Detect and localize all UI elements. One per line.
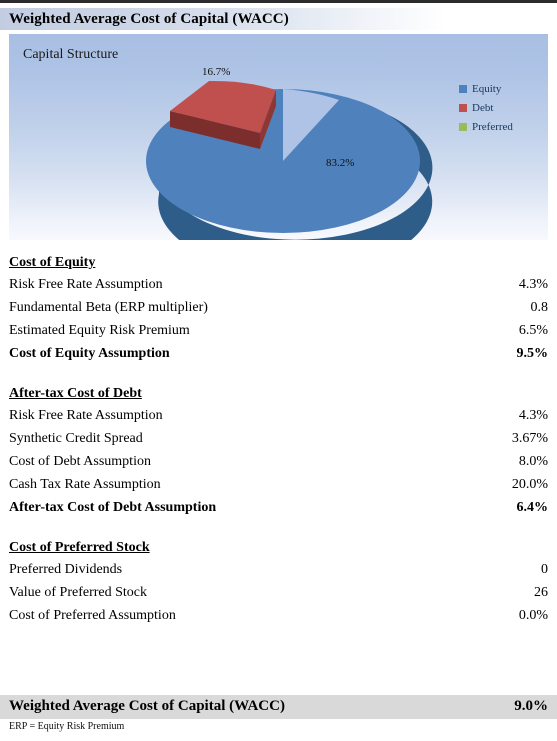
section-title: Cost of Equity (9, 255, 96, 270)
table-row: Fundamental Beta (ERP multiplier) 0.8 (0, 298, 557, 321)
debt-color-swatch-icon (459, 103, 467, 112)
table-row: Cost of Debt Assumption 8.0% (0, 452, 557, 475)
table-row: Cash Tax Rate Assumption 20.0% (0, 475, 557, 498)
legend-label-equity: Equity (472, 82, 502, 95)
row-label: Cost of Equity Assumption (9, 346, 170, 361)
section-header-cost-of-preferred-stock: Cost of Preferred Stock (0, 538, 557, 560)
wacc-total-label: Weighted Average Cost of Capital (WACC) (9, 698, 285, 714)
pie-chart-svg (146, 80, 433, 240)
chart-legend: Equity Debt Preferred (459, 79, 513, 136)
footnote: ERP = Equity Risk Premium (9, 721, 125, 732)
row-label: Estimated Equity Risk Premium (9, 323, 190, 338)
report-title-bar: Weighted Average Cost of Capital (WACC) (0, 8, 557, 30)
section-title: After-tax Cost of Debt (9, 386, 142, 401)
row-label: After-tax Cost of Debt Assumption (9, 500, 217, 515)
page-title: Weighted Average Cost of Capital (WACC) (9, 10, 289, 27)
row-label: Fundamental Beta (ERP multiplier) (9, 300, 208, 315)
row-label: Cost of Debt Assumption (9, 454, 151, 469)
table-row: Risk Free Rate Assumption 4.3% (0, 275, 557, 298)
preferred-color-swatch-icon (459, 122, 467, 131)
row-label: Cost of Preferred Assumption (9, 608, 176, 623)
wacc-report-page: Weighted Average Cost of Capital (WACC) … (0, 0, 557, 741)
section-header-cost-of-equity: Cost of Equity (0, 253, 557, 275)
legend-label-preferred: Preferred (472, 120, 513, 133)
row-value: 6.5% (518, 323, 548, 338)
table-row-total: Cost of Equity Assumption 9.5% (0, 344, 557, 367)
legend-item-debt: Debt (459, 98, 513, 117)
legend-item-preferred: Preferred (459, 117, 513, 136)
legend-label-debt: Debt (472, 101, 494, 114)
row-label: Preferred Dividends (9, 562, 123, 577)
wacc-total-bar: Weighted Average Cost of Capital (WACC) … (0, 695, 557, 719)
row-label: Risk Free Rate Assumption (9, 408, 163, 423)
pie-chart-3d: 16.7% 83.2% (9, 34, 548, 240)
row-value: 20.0% (511, 477, 548, 492)
row-value: 3.67% (511, 431, 548, 446)
row-label: Synthetic Credit Spread (9, 431, 143, 446)
section-header-after-tax-cost-of-debt: After-tax Cost of Debt (0, 384, 557, 406)
row-value: 9.5% (516, 346, 549, 361)
row-value: 0.0% (518, 608, 548, 623)
table-row: Value of Preferred Stock 26 (0, 583, 557, 606)
row-label: Value of Preferred Stock (9, 585, 148, 600)
table-row: Preferred Dividends 0 (0, 560, 557, 583)
assumptions-list: Cost of Equity Risk Free Rate Assumption… (0, 253, 557, 629)
row-value: 0.8 (530, 300, 549, 315)
table-row: Risk Free Rate Assumption 4.3% (0, 406, 557, 429)
row-label: Cash Tax Rate Assumption (9, 477, 161, 492)
capital-structure-chart-panel: Capital Structure 16.7% 83.2% Equity Deb… (9, 34, 548, 240)
equity-color-swatch-icon (459, 84, 467, 93)
debt-slice-label: 16.7% (202, 66, 231, 78)
row-value: 4.3% (518, 277, 548, 292)
table-row-total: After-tax Cost of Debt Assumption 6.4% (0, 498, 557, 521)
row-value: 4.3% (518, 408, 548, 423)
row-value: 6.4% (516, 500, 549, 515)
row-value: 26 (534, 585, 548, 600)
row-value: 8.0% (518, 454, 548, 469)
legend-item-equity: Equity (459, 79, 513, 98)
table-row: Cost of Preferred Assumption 0.0% (0, 606, 557, 629)
table-row: Synthetic Credit Spread 3.67% (0, 429, 557, 452)
section-title: Cost of Preferred Stock (9, 540, 150, 555)
table-row: Estimated Equity Risk Premium 6.5% (0, 321, 557, 344)
row-label: Risk Free Rate Assumption (9, 277, 163, 292)
row-value: 0 (541, 562, 548, 577)
equity-slice-label: 83.2% (326, 157, 355, 169)
wacc-total-value: 9.0% (514, 698, 548, 714)
